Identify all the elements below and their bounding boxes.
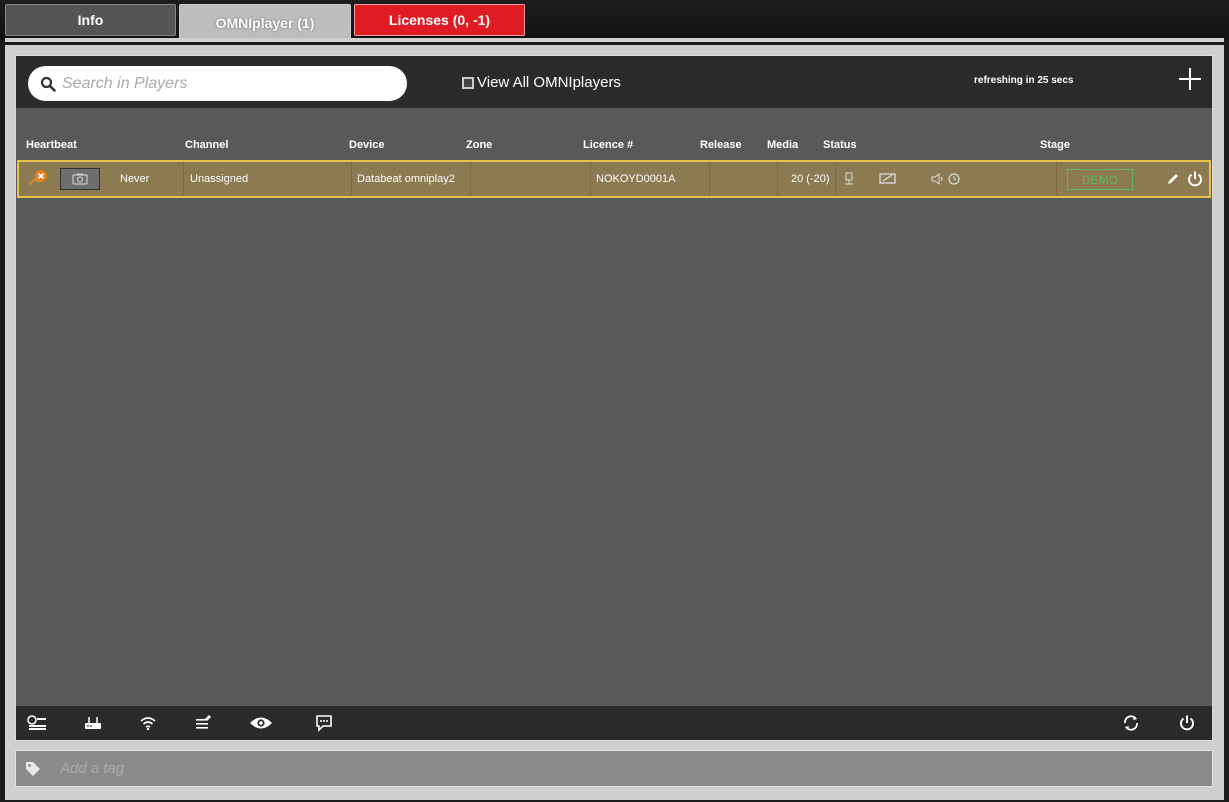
volume-icon [930, 172, 944, 186]
display-icon [879, 172, 897, 186]
refresh-countdown: refreshing in 25 secs [974, 75, 1074, 86]
wifi-icon[interactable] [137, 713, 159, 733]
panel-header: View All OMNIplayers refreshing in 25 se… [16, 56, 1212, 108]
tab-info[interactable]: Info [5, 4, 176, 36]
power-all-icon[interactable] [1176, 713, 1198, 733]
view-all-label: View All OMNIplayers [477, 74, 621, 91]
search-icon [40, 76, 56, 92]
search-box[interactable] [28, 66, 407, 101]
col-release[interactable]: Release [700, 139, 742, 151]
edit-icon[interactable] [1165, 171, 1181, 187]
col-zone[interactable]: Zone [466, 139, 492, 151]
power-icon[interactable] [1185, 169, 1205, 189]
col-media[interactable]: Media [767, 139, 798, 151]
camera-icon [72, 173, 88, 185]
tag-input[interactable] [60, 760, 660, 777]
add-player-icon[interactable] [1179, 68, 1201, 90]
table-row[interactable]: Never Unassigned Databeat omniplay2 NOKO… [17, 160, 1211, 198]
tag-icon [24, 760, 42, 778]
tag-bar[interactable] [15, 750, 1213, 787]
tab-omniplayer[interactable]: OMNIplayer (1) [179, 4, 351, 40]
router-icon[interactable] [82, 713, 104, 733]
col-channel[interactable]: Channel [185, 139, 228, 151]
panel-footer [16, 706, 1212, 740]
network-icon [843, 172, 855, 186]
col-stage[interactable]: Stage [1040, 139, 1070, 151]
licence-value: NOKOYD0001A [596, 173, 676, 185]
view-all-toggle[interactable]: View All OMNIplayers [462, 74, 621, 91]
edit-list-icon[interactable] [192, 713, 214, 733]
heartbeat-value: Never [120, 173, 150, 185]
tab-bar: Info OMNIplayer (1) Licenses (0, -1) [0, 0, 1229, 40]
tab-underline [5, 38, 1224, 42]
message-icon[interactable] [313, 713, 335, 733]
col-licence[interactable]: Licence # [583, 139, 633, 151]
eye-icon[interactable] [248, 713, 274, 733]
screenshot-button[interactable] [60, 168, 100, 190]
channel-value[interactable]: Unassigned [190, 162, 248, 196]
col-status[interactable]: Status [823, 139, 857, 151]
device-value[interactable]: Databeat omniplay2 [357, 162, 455, 196]
view-all-checkbox[interactable] [462, 76, 474, 89]
monitor-list-icon[interactable] [26, 713, 48, 733]
search-input[interactable] [62, 74, 382, 93]
col-device[interactable]: Device [349, 139, 384, 151]
sync-icon[interactable] [1120, 713, 1142, 733]
heartbeat-error-icon [27, 169, 51, 189]
clock-icon [947, 172, 961, 186]
players-panel: View All OMNIplayers refreshing in 25 se… [15, 55, 1213, 741]
col-heartbeat[interactable]: Heartbeat [26, 139, 77, 151]
tab-licenses[interactable]: Licenses (0, -1) [354, 4, 525, 36]
stage-badge: DEMO [1067, 169, 1133, 190]
media-value: 20 (-20) [791, 173, 830, 185]
